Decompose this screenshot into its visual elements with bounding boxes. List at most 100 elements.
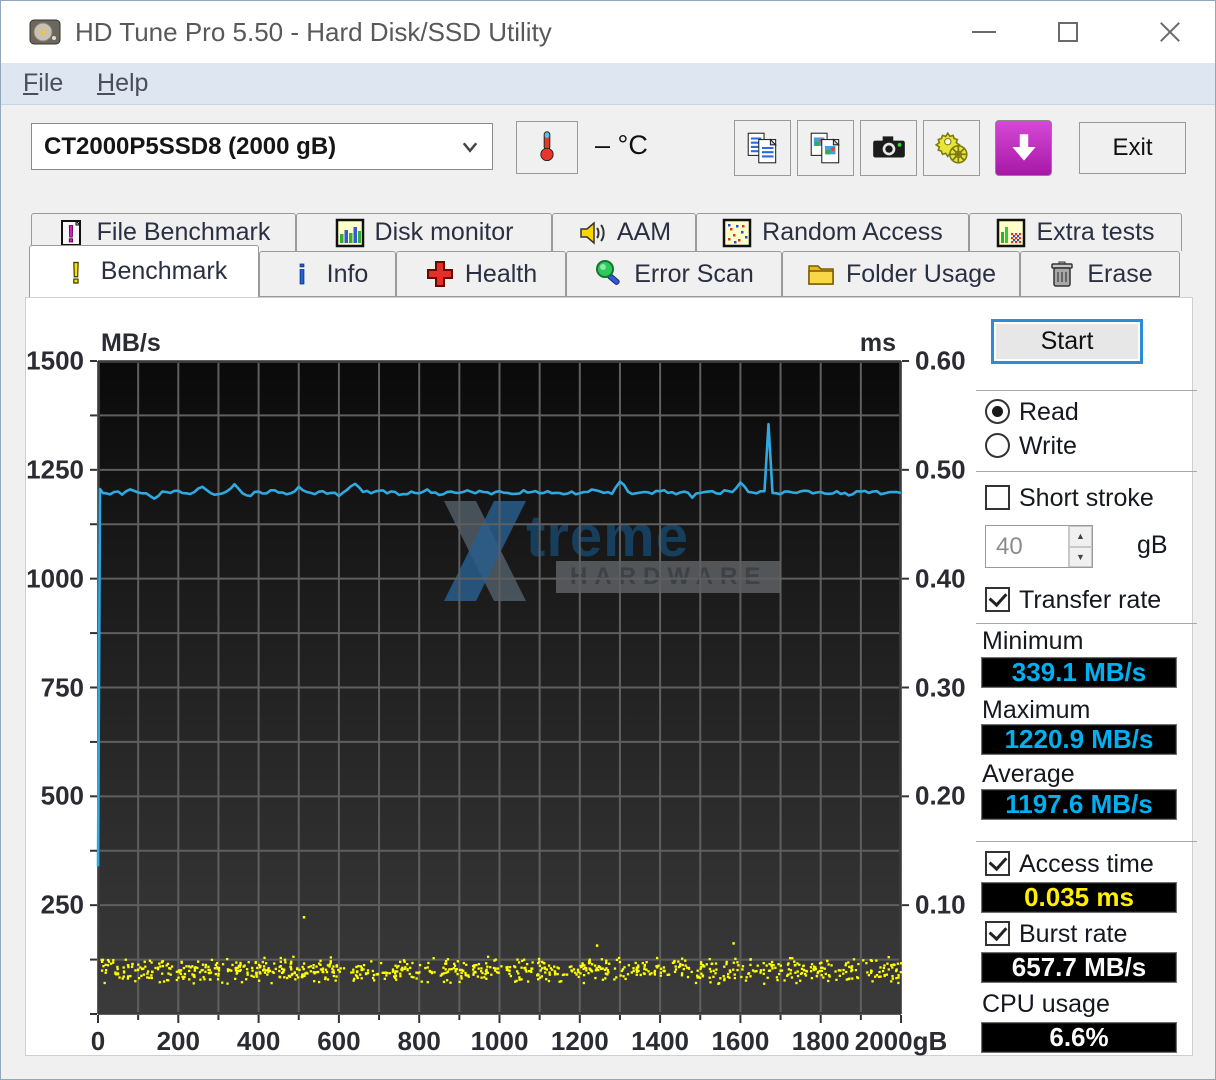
y-left-tick: 250: [40, 889, 84, 920]
y-left-axis-unit: MB/s: [101, 329, 161, 357]
y-right-axis-unit: ms: [859, 329, 896, 357]
tab-aam[interactable]: AAM: [552, 213, 696, 251]
save-results-button[interactable]: [995, 120, 1052, 176]
minimum-label: Minimum: [982, 627, 1084, 655]
cpu-usage-label: CPU usage: [982, 990, 1110, 1018]
tab-label: Benchmark: [100, 257, 228, 285]
tab-label: File Benchmark: [96, 218, 271, 246]
tab-folder-usage[interactable]: Folder Usage: [782, 251, 1020, 297]
tab-extra-tests[interactable]: Extra tests: [969, 213, 1182, 251]
read-radio[interactable]: [985, 399, 1010, 424]
stepper-up-icon[interactable]: ▲: [1069, 526, 1092, 547]
stepper-buttons[interactable]: ▲ ▼: [1068, 526, 1092, 567]
x-tick: 0: [90, 1026, 106, 1056]
tab-error-scan[interactable]: Error Scan: [566, 251, 782, 297]
y-right-tick: 0.10: [915, 889, 966, 920]
settings-gears-icon: [933, 129, 971, 167]
write-radio-label[interactable]: Write: [1019, 432, 1077, 461]
menu-file[interactable]: File: [17, 63, 69, 105]
transfer-rate-checkbox[interactable]: [985, 587, 1010, 612]
tab-label: Error Scan: [634, 259, 754, 288]
tab-erase[interactable]: Erase: [1020, 251, 1180, 297]
temperature-value: – °C: [595, 130, 648, 160]
svg-text:!: !: [67, 221, 75, 248]
maximum-label: Maximum: [982, 696, 1091, 724]
minimize-button[interactable]: [953, 1, 1015, 63]
x-tick: 1600: [711, 1026, 770, 1056]
separator: [976, 471, 1197, 472]
disk-monitor-icon: [335, 218, 365, 248]
cpu-usage-value: 6.6%: [981, 1022, 1177, 1053]
menu-help[interactable]: Help: [91, 63, 154, 105]
x-tick: 400: [236, 1026, 281, 1056]
access-time-checkbox[interactable]: [985, 851, 1010, 876]
chevron-down-icon: [460, 137, 480, 157]
settings-gears-button[interactable]: [923, 120, 980, 176]
health-icon: [425, 259, 455, 289]
y-left-tick: 1500: [26, 345, 84, 376]
y-left-tick: 1000: [26, 563, 84, 594]
burst-rate-value: 657.7 MB/s: [981, 952, 1177, 983]
copy-image-button[interactable]: [797, 120, 854, 176]
short-stroke-checkbox[interactable]: [985, 485, 1010, 510]
tab-info[interactable]: i Info: [259, 251, 396, 297]
burst-rate-checkbox[interactable]: [985, 921, 1010, 946]
tab-label: Folder Usage: [845, 259, 997, 288]
tab-label: AAM: [616, 218, 672, 246]
tab-row-lower: ! Benchmark i Info Health Error Scan Folder Us…: [29, 245, 1180, 297]
y-right-tick: 0.30: [915, 672, 966, 702]
access-time-value: 0.035 ms: [981, 882, 1177, 913]
menu-bar: File Help: [1, 63, 1215, 105]
aam-speaker-icon: [577, 218, 607, 248]
short-stroke-size-value: 40: [996, 533, 1023, 560]
drive-select[interactable]: CT2000P5SSD8 (2000 gB): [31, 123, 493, 170]
y-right-tick: 0.60: [915, 345, 966, 376]
tab-benchmark[interactable]: ! Benchmark: [29, 245, 259, 297]
minimum-value: 339.1 MB/s: [981, 657, 1177, 688]
save-results-icon: [1005, 129, 1043, 167]
access-time-label[interactable]: Access time: [1019, 850, 1154, 879]
tab-label: Info: [326, 259, 369, 288]
separator: [976, 623, 1197, 624]
size-unit-label: gB: [1137, 531, 1168, 559]
y-right-tick: 0.50: [915, 454, 966, 485]
tab-health[interactable]: Health: [396, 251, 566, 297]
x-tick: 600: [317, 1026, 361, 1056]
x-tick: 1800: [791, 1026, 850, 1056]
tab-label: Health: [464, 259, 538, 288]
y-right-tick: 0.20: [915, 780, 966, 811]
write-radio[interactable]: [985, 433, 1010, 458]
svg-text:!: !: [71, 257, 81, 287]
short-stroke-size-stepper[interactable]: 40 ▲ ▼: [985, 525, 1093, 568]
tab-label: Extra tests: [1036, 218, 1155, 246]
x-tick: 2000gB: [854, 1026, 948, 1056]
transfer-rate-label[interactable]: Transfer rate: [1019, 586, 1161, 615]
read-radio-label[interactable]: Read: [1019, 398, 1079, 427]
close-button[interactable]: [1139, 1, 1201, 63]
start-button[interactable]: Start: [991, 319, 1143, 364]
tab-disk-monitor[interactable]: Disk monitor: [296, 213, 552, 251]
maximize-button[interactable]: [1037, 1, 1099, 63]
exit-button[interactable]: Exit: [1079, 122, 1186, 174]
file-benchmark-icon: !: [57, 218, 87, 248]
drive-select-value: CT2000P5SSD8 (2000 gB): [44, 132, 337, 160]
hdd-app-icon: [27, 14, 63, 50]
x-tick: 800: [397, 1026, 441, 1056]
close-icon: [1158, 20, 1182, 44]
average-label: Average: [982, 760, 1075, 788]
screenshot-camera-button[interactable]: [860, 120, 917, 176]
y-left-tick: 1250: [26, 454, 84, 485]
thermometer-icon: [530, 125, 564, 170]
copy-image-icon: [807, 129, 845, 167]
copy-text-button[interactable]: [734, 120, 791, 176]
benchmark-icon: !: [61, 257, 91, 287]
tab-label: Erase: [1087, 259, 1153, 288]
temperature-button[interactable]: [516, 121, 578, 174]
stepper-down-icon[interactable]: ▼: [1069, 546, 1092, 567]
short-stroke-label[interactable]: Short stroke: [1019, 484, 1154, 513]
burst-rate-label[interactable]: Burst rate: [1019, 920, 1127, 949]
title-bar: HD Tune Pro 5.50 - Hard Disk/SSD Utility: [1, 1, 1215, 63]
separator: [976, 390, 1197, 391]
tab-random-access[interactable]: Random Access: [696, 213, 969, 251]
x-tick: 200: [156, 1026, 200, 1056]
